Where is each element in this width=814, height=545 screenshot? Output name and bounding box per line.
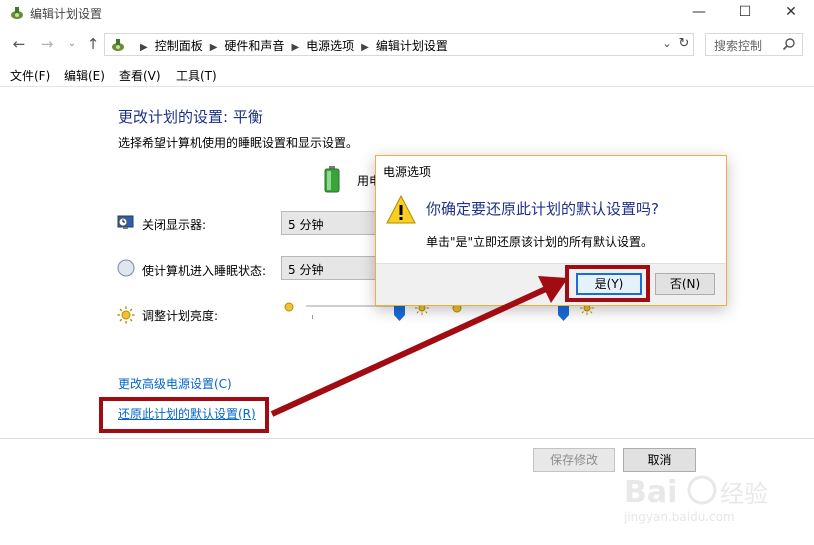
svg-text:Bai: Bai: [624, 475, 677, 510]
breadcrumb-item[interactable]: 控制面板: [155, 39, 203, 53]
brightness-slider-thumb[interactable]: [394, 305, 405, 321]
maximize-button[interactable]: ☐: [722, 0, 768, 26]
advanced-power-settings-link[interactable]: 更改高级电源设置(C): [118, 375, 232, 392]
svg-text:经验: 经验: [720, 480, 768, 508]
breadcrumb: ▶ 控制面板 ▶ 硬件和声音 ▶ 电源选项 ▶ 编辑计划设置: [133, 37, 448, 54]
sleep-label: 使计算机进入睡眠状态:: [142, 264, 267, 278]
search-icon[interactable]: [782, 37, 796, 51]
refresh-icon[interactable]: ↻: [676, 35, 692, 53]
brightness-label: 调整计划亮度:: [142, 309, 219, 323]
menu-tools[interactable]: 工具(T): [176, 67, 217, 84]
warning-icon: [386, 195, 416, 224]
brightness-low-icon: [284, 302, 294, 312]
baidu-watermark-logo: Bai 经验: [624, 475, 768, 510]
menu-divider: [0, 86, 814, 87]
power-options-app-icon: [11, 7, 23, 19]
dialog-title: 电源选项: [383, 165, 432, 179]
window-title: 编辑计划设置: [30, 7, 103, 21]
menu-view[interactable]: 查看(V): [119, 67, 161, 84]
breadcrumb-item[interactable]: 硬件和声音: [224, 39, 284, 53]
monitor-clock-icon: [117, 215, 134, 229]
slider-tick: [312, 315, 313, 319]
minimize-button[interactable]: —: [676, 0, 722, 26]
sleep-moon-icon: [117, 259, 135, 277]
menu-file[interactable]: 文件(F): [10, 67, 50, 84]
page-title: 更改计划的设置: 平衡: [118, 108, 263, 126]
breadcrumb-item[interactable]: 电源选项: [306, 39, 354, 53]
address-dropdown-icon[interactable]: ⌄: [660, 35, 674, 53]
breadcrumb-item[interactable]: 编辑计划设置: [376, 39, 448, 53]
dialog-detail: 单击"是"立即还原该计划的所有默认设置。: [426, 235, 654, 249]
forward-arrow-icon[interactable]: →: [38, 34, 56, 54]
dialog-question: 你确定要还原此计划的默认设置吗?: [426, 200, 659, 218]
search-placeholder: 搜索控制: [714, 39, 763, 53]
brightness-slider-thumb[interactable]: [558, 305, 569, 321]
restore-link-highlight: [99, 397, 269, 433]
brightness-sun-icon: [117, 306, 135, 324]
turn-off-display-label: 关闭显示器:: [142, 218, 207, 232]
control-panel-icon: [112, 39, 124, 51]
breadcrumb-separator-icon: ▶: [361, 42, 369, 53]
footer-divider: [0, 438, 814, 439]
breadcrumb-separator-icon: ▶: [291, 42, 300, 53]
up-arrow-icon[interactable]: ↑: [84, 34, 102, 54]
save-changes-button[interactable]: 保存修改: [533, 448, 615, 472]
watermark-url: jingyan.baidu.com: [624, 510, 735, 524]
dialog-no-button[interactable]: 否(N): [655, 273, 715, 295]
plugged-in-battery-icon: [324, 166, 340, 193]
sleep-select[interactable]: 5 分钟: [281, 256, 377, 280]
breadcrumb-separator-icon: ▶: [140, 42, 148, 53]
menu-edit[interactable]: 编辑(E): [64, 67, 105, 84]
close-button[interactable]: ✕: [768, 0, 814, 26]
recent-locations-chevron-icon[interactable]: ⌄: [63, 34, 81, 54]
turn-off-display-select[interactable]: 5 分钟: [281, 211, 377, 235]
back-arrow-icon[interactable]: ←: [10, 34, 28, 54]
breadcrumb-separator-icon: ▶: [209, 42, 218, 53]
yes-button-highlight: [565, 265, 650, 302]
page-subtitle: 选择希望计算机使用的睡眠设置和显示设置。: [118, 136, 359, 150]
